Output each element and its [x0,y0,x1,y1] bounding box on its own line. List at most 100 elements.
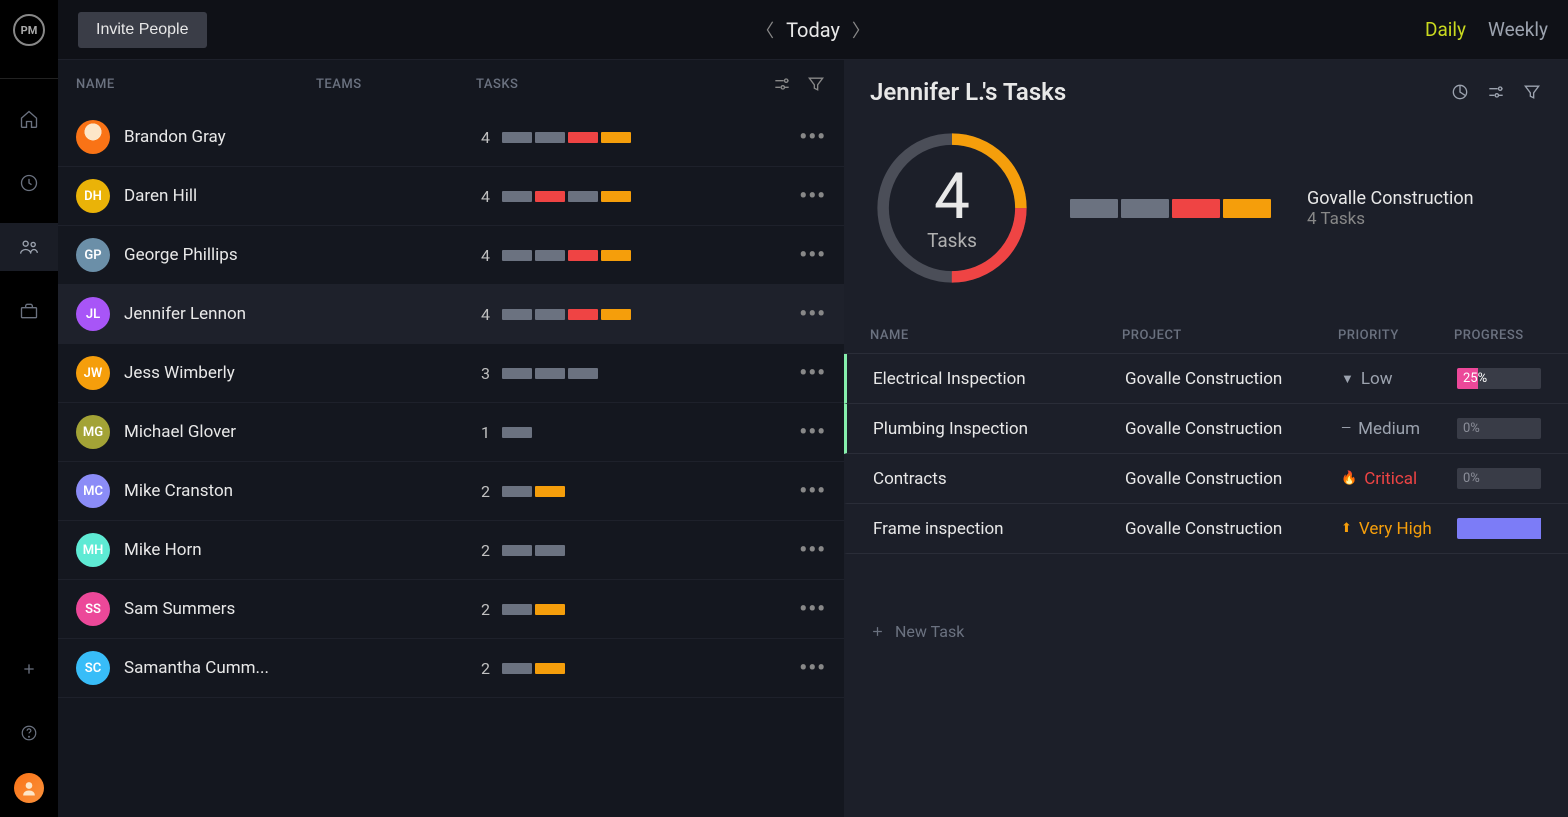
chart-icon[interactable] [1450,82,1470,102]
task-project: Govalle Construction [1125,369,1341,389]
task-count: 2 [476,600,490,619]
task-name: Electrical Inspection [873,369,1125,389]
person-row[interactable]: MC Mike Cranston 2 ••• [58,462,844,521]
avatar: MG [76,415,110,449]
settings-icon[interactable] [1486,82,1506,102]
task-project: Govalle Construction [1125,469,1341,489]
avatar: MC [76,474,110,508]
task-row[interactable]: Contracts Govalle Construction 🔥 Critica… [844,454,1568,504]
task-priority: 🔥 Critical [1341,469,1457,489]
settings-icon[interactable] [772,74,792,94]
person-row[interactable]: SC Samantha Cumm... 2 ••• [58,639,844,698]
avatar: MH [76,533,110,567]
task-segments [502,545,565,556]
person-name: George Phillips [124,245,238,265]
nav-add[interactable] [0,645,58,693]
task-segments [502,191,631,202]
nav-help[interactable] [0,709,58,757]
filter-icon[interactable] [1522,82,1542,102]
progress-bar [1457,518,1541,539]
more-button[interactable]: ••• [799,479,826,504]
more-button[interactable]: ••• [799,184,826,209]
person-row[interactable]: GP George Phillips 4 ••• [58,226,844,285]
more-button[interactable]: ••• [799,302,826,327]
col-header-teams: TEAMS [316,77,476,92]
date-navigator: 〈 Today 〉 [756,17,870,43]
more-button[interactable]: ••• [799,125,826,150]
person-name: Daren Hill [124,186,197,206]
summary-segments [1070,199,1271,218]
task-col-name: NAME [870,328,1122,343]
task-col-project: PROJECT [1122,328,1338,343]
task-row[interactable]: Electrical Inspection Govalle Constructi… [844,354,1568,404]
progress-bar: 0% [1457,468,1541,489]
task-count: 3 [476,364,490,383]
view-daily[interactable]: Daily [1425,18,1466,41]
more-button[interactable]: ••• [799,361,826,386]
task-project: Govalle Construction [1125,419,1341,439]
avatar: SC [76,651,110,685]
avatar: GP [76,238,110,272]
task-segments [502,368,598,379]
person-name: Jess Wimberly [124,363,235,383]
ring-count: 4 [934,165,970,229]
nav-recent[interactable] [0,159,58,207]
col-header-tasks: TASKS [476,77,772,92]
task-segments [502,132,631,143]
person-row[interactable]: JL Jennifer Lennon 4 ••• [58,285,844,344]
more-button[interactable]: ••• [799,243,826,268]
person-name: Mike Horn [124,540,202,560]
more-button[interactable]: ••• [799,538,826,563]
tasks-detail-panel: Jennifer L.'s Tasks 4 Tasks [844,60,1568,817]
person-row[interactable]: MG Michael Glover 1 ••• [58,403,844,462]
progress-bar: 0% [1457,418,1541,439]
nav-rail: PM [0,0,58,817]
nav-briefcase[interactable] [0,287,58,335]
person-name: Jennifer Lennon [124,304,246,324]
invite-people-button[interactable]: Invite People [78,12,207,48]
task-priority: — Medium [1341,419,1457,439]
more-button[interactable]: ••• [799,656,826,681]
person-name: Samantha Cumm... [124,658,269,678]
prev-day-button[interactable]: 〈 [756,17,774,43]
current-user-avatar[interactable] [14,773,44,803]
person-row[interactable]: JW Jess Wimberly 3 ••• [58,344,844,403]
progress-text: 25% [1463,371,1487,386]
progress-text: 0% [1463,421,1480,436]
avatar: JW [76,356,110,390]
next-day-button[interactable]: 〉 [852,17,870,43]
task-count: 4 [476,246,490,265]
person-name: Brandon Gray [124,127,226,147]
task-segments [502,604,565,615]
task-priority: ⬆ Very High [1341,519,1457,539]
priority-icon: ▼ [1341,371,1354,387]
task-col-progress: PROGRESS [1454,328,1542,343]
filter-icon[interactable] [806,74,826,94]
person-row[interactable]: Brandon Gray 4 ••• [58,108,844,167]
new-task-button[interactable]: New Task [844,604,1568,659]
more-button[interactable]: ••• [799,597,826,622]
task-row[interactable]: Frame inspection Govalle Construction ⬆ … [844,504,1568,554]
nav-home[interactable] [0,95,58,143]
more-button[interactable]: ••• [799,420,826,445]
person-row[interactable]: DH Daren Hill 4 ••• [58,167,844,226]
task-count: 4 [476,128,490,147]
task-segments [502,486,565,497]
person-row[interactable]: MH Mike Horn 2 ••• [58,521,844,580]
view-weekly[interactable]: Weekly [1488,18,1548,41]
summary-task-count: 4 Tasks [1307,209,1474,229]
priority-icon: 🔥 [1341,471,1357,486]
person-name: Mike Cranston [124,481,233,501]
task-row[interactable]: Plumbing Inspection Govalle Construction… [844,404,1568,454]
task-col-priority: PRIORITY [1338,328,1454,343]
nav-people[interactable] [0,223,58,271]
task-priority: ▼ Low [1341,369,1457,389]
task-name: Frame inspection [873,519,1125,539]
avatar: SS [76,592,110,626]
col-header-name: NAME [76,77,316,92]
plus-icon [870,624,885,639]
person-name: Michael Glover [124,422,236,442]
task-segments [502,663,565,674]
person-row[interactable]: SS Sam Summers 2 ••• [58,580,844,639]
task-count: 1 [476,423,490,442]
